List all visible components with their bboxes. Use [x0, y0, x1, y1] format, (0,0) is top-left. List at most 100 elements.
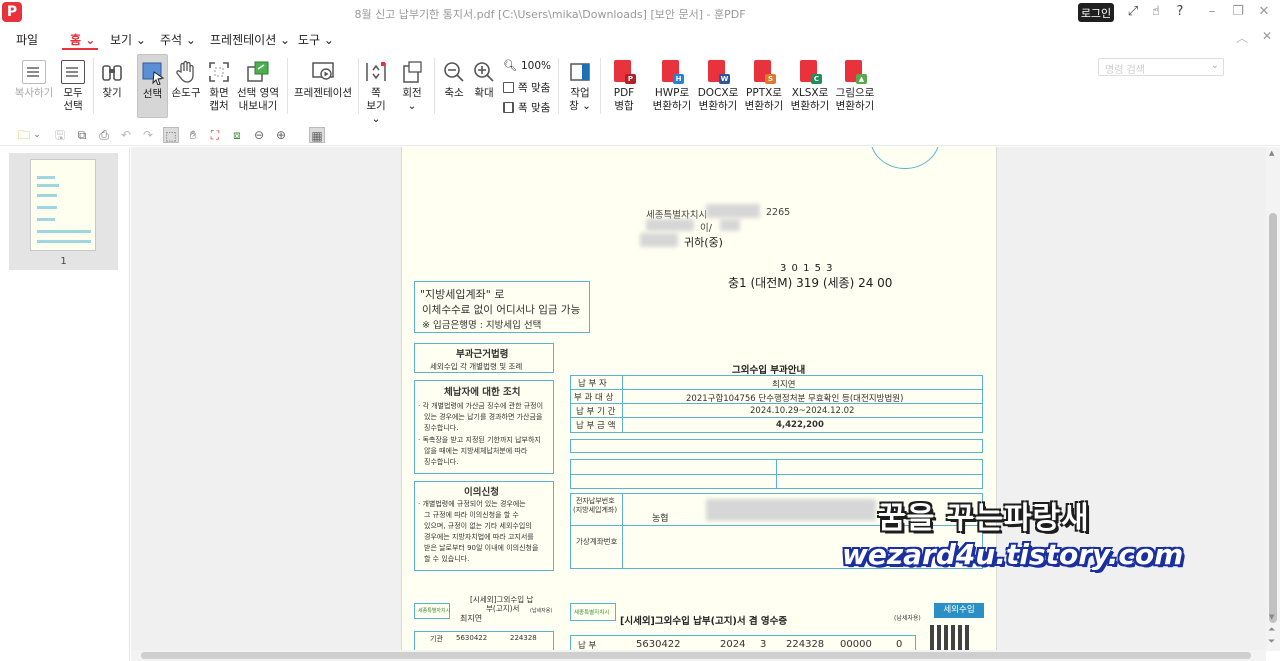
thumbnail-panel: 1 [0, 147, 130, 661]
title-bar: P 8월 신고 납부기한 통지서.pdf [C:\Users\mika\Down… [0, 0, 1280, 26]
horizontal-scrollbar[interactable] [131, 650, 1266, 661]
undo-icon[interactable]: ↶ [118, 127, 134, 143]
page-view-button[interactable]: 쪽 보기 ⌄ [362, 54, 390, 125]
chevron-down-icon[interactable]: ⌄ [32, 127, 42, 143]
zoom-in-small-icon[interactable]: ⊕ [273, 127, 289, 143]
convert-pptx-button[interactable]: S PPTX로 변환하기 [742, 54, 786, 118]
objection-title: 이의신청 [464, 487, 499, 498]
horizontal-scroll-thumb[interactable] [141, 652, 1251, 659]
fit-page-button[interactable]: 쪽 맞춤 [503, 80, 550, 95]
receipt-tag: (납세자용) [894, 615, 921, 622]
zoom-out-button[interactable]: 축소 [440, 54, 468, 118]
row-amount-value: 4,422,200 [776, 420, 824, 430]
minimize-icon[interactable]: – [1203, 4, 1221, 19]
export-mode-icon[interactable]: ⧈ [229, 127, 245, 143]
promo-line-2: 이체수수료 없이 어디서나 입금 가능 [422, 304, 581, 316]
fullscreen-icon[interactable]: ⤢ [1124, 4, 1142, 19]
page-thumbnail[interactable]: 1 [9, 153, 118, 270]
convert-hwp-button[interactable]: H HWP로 변환하기 [650, 54, 694, 118]
ribbon-separator [558, 58, 559, 114]
select-tool-button[interactable]: 선택 [137, 54, 168, 118]
next-page-icon[interactable]: ⏷ [1268, 637, 1275, 647]
fit-width-button[interactable]: 폭 맞춤 [503, 100, 550, 115]
screen-capture-button[interactable]: 화면 캡처 [206, 54, 232, 118]
menu-home[interactable]: 홈 ⌄ [70, 31, 95, 48]
collapse-ribbon-icon[interactable]: ︿ [1236, 29, 1248, 46]
binoculars-icon [100, 60, 124, 84]
select-all-button[interactable]: 모두 선택 [58, 54, 88, 118]
save-as-icon[interactable]: ⧉ [74, 127, 90, 143]
row-amount-label: 납 부 금 액 [576, 421, 616, 431]
work-window-button[interactable]: 작업 창 ⌄ [566, 54, 594, 118]
docx-convert-icon: W [706, 60, 730, 84]
image-label-1: 그림으로 [835, 87, 875, 99]
help-icon[interactable]: ? [1171, 4, 1189, 19]
work-window-label-2: 창 ⌄ [569, 100, 591, 112]
bottom-n5: 00000 [840, 639, 872, 650]
restore-icon[interactable]: ❐ [1229, 4, 1247, 19]
image-convert-icon: ▲ [843, 60, 867, 84]
menu-annotation[interactable]: 주석 ⌄ [160, 31, 196, 48]
prev-page-icon[interactable]: ⏶ [1268, 625, 1275, 635]
thumbnail-image [30, 159, 96, 251]
document-view[interactable]: 세종특별자치시 2265 이/ 귀하(중) 3 0 1 5 3 충1 (대전M)… [131, 147, 1266, 651]
menu-view[interactable]: 보기 ⌄ [110, 31, 146, 48]
copy-button[interactable]: 복사하기 [12, 54, 56, 118]
redacted-block [646, 219, 694, 231]
left-row-label: 기관 [430, 635, 443, 643]
law-title: 부과근거법령 [456, 349, 509, 360]
vertical-scroll-thumb[interactable] [1269, 213, 1277, 623]
close-icon[interactable]: ✕ [1255, 4, 1273, 19]
login-button[interactable]: 로그인 [1078, 3, 1114, 22]
redacted-account [706, 499, 876, 521]
copy-label: 복사하기 [14, 87, 54, 99]
rotate-button[interactable]: 회전 ⌄ [398, 54, 426, 118]
convert-docx-button[interactable]: W DOCX로 변환하기 [696, 54, 740, 118]
redo-icon[interactable]: ↷ [140, 127, 156, 143]
hand-tool-button[interactable]: 손도구 [170, 54, 202, 118]
pdf-merge-button[interactable]: P PDF 병합 [608, 54, 640, 118]
export-area-button[interactable]: 선택 영역 내보내기 [236, 54, 280, 118]
menu-file[interactable]: 파일 [16, 31, 38, 48]
pptx-label-1: PPTX로 [746, 87, 782, 99]
print-icon[interactable]: ⎙ [96, 127, 112, 143]
page-layout-icon[interactable]: ▦ [309, 127, 325, 143]
ribbon-close-icon[interactable]: ✕ [1262, 29, 1272, 43]
qr-code [930, 625, 970, 651]
page-view-label-2: 보기 ⌄ [366, 100, 386, 125]
xlsx-label-1: XLSX로 [791, 87, 829, 99]
rotate-label-1: 회전 [402, 87, 422, 99]
arrears-body-5: 않을 때에는 지방세체납처분에 따라 [424, 447, 528, 455]
zoom-100-button[interactable]: 🔍︎ 100% [503, 59, 551, 72]
virtual-account-label: 가상계좌번호 [576, 537, 618, 546]
zoom-out-small-icon[interactable]: ⊖ [251, 127, 267, 143]
bottom-n1: 5630422 [636, 639, 681, 650]
open-folder-icon[interactable]: 🗀 [16, 127, 32, 143]
hand-mode-icon[interactable]: ✋︎ [185, 127, 201, 143]
menu-presentation[interactable]: 프레젠테이션 ⌄ [210, 31, 290, 48]
zoom-in-button[interactable]: 확대 [470, 54, 498, 118]
save-icon[interactable]: 🖫 [52, 127, 68, 143]
xlsx-convert-icon: C [798, 60, 822, 84]
vertical-scrollbar[interactable]: ▲ ▼ ⏶ ⏷ [1266, 147, 1280, 651]
hand-pointer-icon[interactable]: ☝ [1147, 4, 1165, 19]
copy-icon [22, 60, 46, 84]
convert-xlsx-button[interactable]: C XLSX로 변환하기 [788, 54, 832, 118]
menu-tools[interactable]: 도구 ⌄ [298, 31, 334, 48]
find-button[interactable]: 찾기 [98, 54, 126, 118]
convert-image-button[interactable]: ▲ 그림으로 변환하기 [834, 54, 876, 118]
fit-page-icon [503, 82, 514, 93]
hand-label: 손도구 [171, 87, 201, 99]
scroll-down-icon[interactable]: ▼ [1269, 613, 1274, 621]
promo-line-1: "지방세입계좌" 로 [420, 288, 505, 301]
redacted-block [640, 233, 678, 247]
scroll-up-icon[interactable]: ▲ [1269, 149, 1274, 157]
receipt-tag-small: (납세자용) [530, 608, 553, 614]
select-mode-icon[interactable]: ⬚ [163, 127, 179, 143]
zoom-in-label: 확대 [474, 87, 494, 99]
receipt-badge: 세외수입 [934, 603, 984, 618]
pdf-merge-label-2: 병합 [614, 100, 634, 112]
presentation-button[interactable]: 프레젠테이션 [294, 54, 352, 118]
hwp-label-1: HWP로 [654, 87, 690, 99]
capture-mode-icon[interactable]: ⛶ [207, 127, 223, 143]
